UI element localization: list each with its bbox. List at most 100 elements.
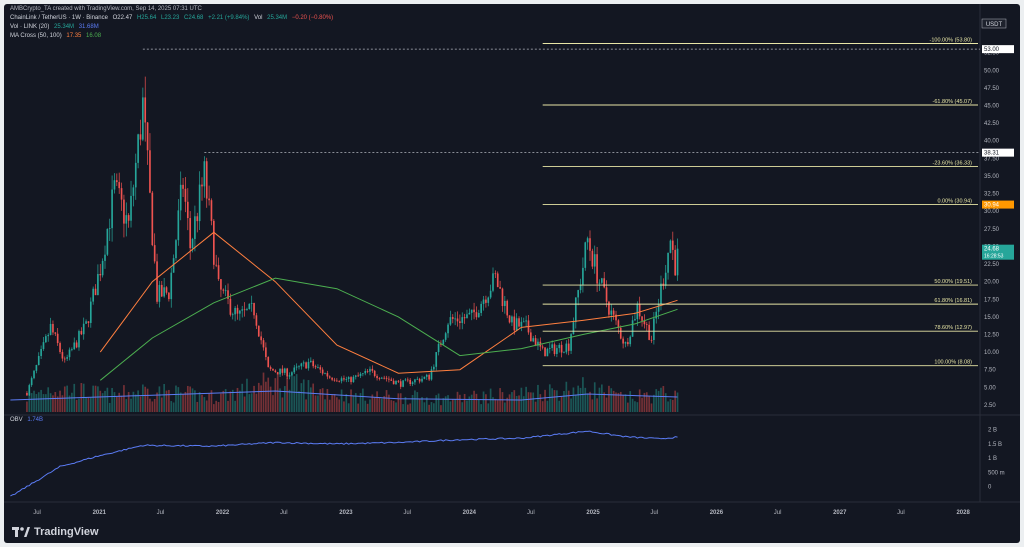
candle[interactable]	[380, 377, 383, 379]
candle[interactable]	[345, 379, 348, 380]
candle[interactable]	[589, 238, 591, 251]
symbol-title[interactable]: ChainLink / TetherUS · 1W · Binance	[10, 15, 108, 21]
candle[interactable]	[610, 310, 613, 315]
candle[interactable]	[215, 264, 218, 266]
candle[interactable]	[553, 344, 556, 355]
candle[interactable]	[451, 317, 454, 319]
candle[interactable]	[288, 375, 291, 377]
candle[interactable]	[234, 307, 236, 315]
candle[interactable]	[184, 188, 187, 202]
candle[interactable]	[92, 288, 94, 302]
candle[interactable]	[186, 201, 189, 219]
candle[interactable]	[504, 300, 506, 307]
candle[interactable]	[37, 355, 40, 365]
candle[interactable]	[350, 377, 352, 383]
candle[interactable]	[28, 385, 31, 396]
candle[interactable]	[459, 321, 461, 323]
candle[interactable]	[283, 368, 286, 373]
candle[interactable]	[137, 134, 139, 163]
candle[interactable]	[239, 310, 241, 314]
candle[interactable]	[241, 309, 244, 311]
candle[interactable]	[338, 380, 341, 382]
candle[interactable]	[359, 373, 362, 376]
candle[interactable]	[362, 373, 364, 375]
candle[interactable]	[163, 287, 165, 297]
candle[interactable]	[669, 240, 672, 253]
candle[interactable]	[217, 265, 220, 280]
candle[interactable]	[641, 316, 643, 321]
candle[interactable]	[392, 380, 395, 385]
candle[interactable]	[593, 254, 596, 267]
candle[interactable]	[636, 303, 639, 320]
candle[interactable]	[272, 368, 274, 371]
candle[interactable]	[89, 301, 92, 323]
candle[interactable]	[118, 182, 121, 189]
candle[interactable]	[307, 361, 310, 369]
candle[interactable]	[532, 338, 535, 342]
candle[interactable]	[158, 284, 161, 302]
candle[interactable]	[201, 184, 203, 187]
candle[interactable]	[376, 376, 378, 379]
candle[interactable]	[574, 297, 577, 323]
candle[interactable]	[177, 210, 180, 241]
candle[interactable]	[97, 274, 99, 296]
candle[interactable]	[40, 348, 42, 356]
obv-line[interactable]	[10, 430, 678, 497]
candle[interactable]	[175, 240, 177, 259]
candle[interactable]	[416, 378, 419, 380]
candle[interactable]	[236, 307, 239, 314]
candle[interactable]	[99, 274, 102, 276]
candle[interactable]	[66, 357, 68, 359]
candle[interactable]	[179, 184, 182, 211]
candle[interactable]	[388, 378, 390, 380]
candle[interactable]	[47, 335, 50, 337]
candle[interactable]	[404, 379, 407, 381]
candle[interactable]	[480, 303, 482, 313]
candle[interactable]	[68, 349, 71, 358]
candle[interactable]	[194, 216, 196, 239]
candle[interactable]	[530, 332, 532, 342]
candle[interactable]	[94, 288, 97, 296]
candle[interactable]	[582, 267, 584, 285]
candle[interactable]	[59, 343, 61, 353]
candle[interactable]	[492, 273, 494, 291]
candle[interactable]	[622, 338, 624, 344]
candle[interactable]	[113, 180, 116, 190]
candle[interactable]	[425, 374, 428, 377]
candle[interactable]	[347, 377, 350, 380]
ma-cross-legend[interactable]: MA Cross (50, 100) 17.35 16.08	[10, 33, 104, 39]
candle[interactable]	[522, 321, 525, 323]
candle[interactable]	[246, 308, 248, 310]
candle[interactable]	[343, 378, 345, 380]
candle[interactable]	[144, 97, 147, 123]
candle[interactable]	[364, 371, 367, 374]
candle[interactable]	[357, 375, 359, 377]
candle[interactable]	[608, 301, 610, 315]
candle[interactable]	[265, 347, 267, 358]
candle[interactable]	[160, 284, 163, 297]
candle[interactable]	[54, 332, 57, 334]
candle[interactable]	[676, 248, 679, 276]
candle[interactable]	[87, 321, 90, 323]
candle[interactable]	[295, 366, 298, 368]
candle[interactable]	[591, 250, 594, 267]
candle[interactable]	[456, 318, 459, 322]
candle[interactable]	[496, 273, 499, 288]
candle[interactable]	[655, 311, 658, 319]
candle[interactable]	[82, 323, 85, 335]
candle[interactable]	[560, 344, 563, 353]
candle[interactable]	[397, 380, 400, 382]
candle[interactable]	[250, 302, 253, 304]
candle[interactable]	[385, 377, 388, 379]
candle[interactable]	[674, 249, 676, 276]
candle[interactable]	[428, 374, 430, 380]
candle[interactable]	[85, 321, 87, 324]
candle[interactable]	[567, 343, 570, 351]
candle[interactable]	[454, 318, 456, 320]
candle[interactable]	[156, 261, 158, 302]
candle[interactable]	[494, 273, 497, 275]
candle[interactable]	[513, 316, 516, 331]
candle[interactable]	[331, 377, 333, 380]
volume-indicator-legend[interactable]: Vol · LINK (20) 25.34M 31.68M	[10, 24, 102, 30]
candle[interactable]	[449, 317, 452, 325]
